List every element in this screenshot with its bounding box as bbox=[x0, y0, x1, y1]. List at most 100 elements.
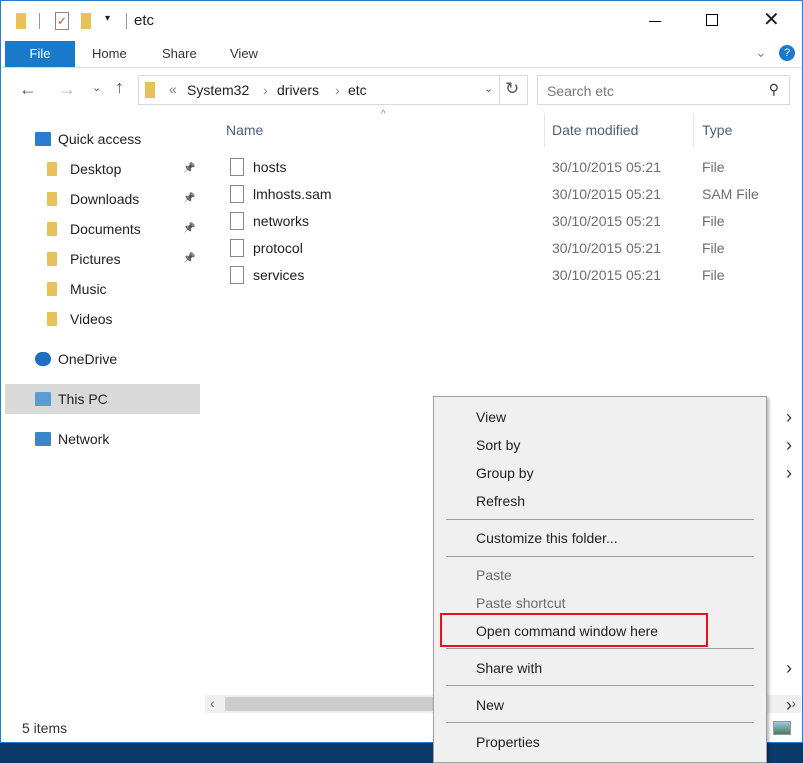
sidebar-item-music[interactable]: Music bbox=[1, 274, 199, 304]
menu-item-sort-by[interactable]: Sort by › bbox=[476, 431, 792, 459]
file-date: 30/10/2015 05:21 bbox=[552, 213, 661, 229]
file-row[interactable]: networks 30/10/2015 05:21 File bbox=[226, 208, 786, 235]
sidebar-item-this-pc[interactable]: This PC bbox=[5, 384, 200, 414]
pin-icon[interactable]: 📌 bbox=[183, 214, 195, 244]
sidebar-item-label: Pictures bbox=[70, 251, 121, 267]
pin-icon[interactable]: 📌 bbox=[183, 244, 195, 274]
folder-icon bbox=[145, 82, 155, 98]
large-icons-view-button[interactable] bbox=[773, 721, 791, 735]
submenu-arrow-icon: › bbox=[786, 658, 792, 678]
customize-quick-access-icon[interactable]: ▾ bbox=[105, 13, 110, 24]
menu-item-view[interactable]: View › bbox=[476, 403, 792, 431]
sidebar-item-label: Network bbox=[58, 431, 110, 447]
submenu-arrow-icon: › bbox=[786, 695, 792, 715]
file-date: 30/10/2015 05:21 bbox=[552, 186, 661, 202]
file-date: 30/10/2015 05:21 bbox=[552, 267, 661, 283]
menu-separator bbox=[446, 556, 754, 557]
search-icon: ⚲ bbox=[768, 81, 779, 97]
dropdown-icon[interactable]: ⌄ bbox=[484, 82, 493, 95]
sidebar-item-quick-access[interactable]: Quick access bbox=[1, 124, 199, 154]
file-name: lmhosts.sam bbox=[253, 186, 332, 202]
folder-icon bbox=[16, 13, 26, 29]
file-type: File bbox=[702, 159, 725, 175]
file-date: 30/10/2015 05:21 bbox=[552, 159, 661, 175]
folder-icon bbox=[47, 252, 57, 266]
column-type[interactable]: Type bbox=[702, 113, 732, 147]
context-menu: View › Sort by › Group by › Refresh Customize t… bbox=[433, 396, 792, 763]
sort-ascending-icon: ^ bbox=[381, 109, 386, 120]
menu-item-customize-this-folder[interactable]: Customize this folder... bbox=[476, 524, 766, 552]
address-bar[interactable]: « System32 › drivers › etc ⌄ ↻ bbox=[138, 75, 528, 105]
window-title: etc bbox=[134, 12, 155, 29]
sidebar-item-documents[interactable]: Documents 📌 bbox=[1, 214, 199, 244]
back-button[interactable]: ← bbox=[19, 79, 37, 100]
menu-item-new[interactable]: New › bbox=[476, 691, 792, 719]
new-folder-quick-icon[interactable] bbox=[81, 13, 91, 29]
breadcrumb-etc[interactable]: etc bbox=[348, 82, 367, 98]
maximize-button[interactable] bbox=[706, 14, 718, 26]
submenu-arrow-icon: › bbox=[786, 435, 792, 455]
sidebar-item-label: Music bbox=[70, 281, 107, 297]
tab-file[interactable]: File bbox=[5, 41, 75, 67]
tab-view[interactable]: View bbox=[214, 41, 274, 67]
search-input[interactable]: Search etc ⚲ bbox=[537, 75, 790, 105]
computer-icon bbox=[35, 392, 51, 406]
pin-icon[interactable]: 📌 bbox=[183, 154, 195, 184]
file-icon bbox=[230, 185, 244, 203]
tab-share[interactable]: Share bbox=[146, 41, 213, 67]
menu-separator bbox=[446, 685, 754, 686]
sidebar-item-label: Documents bbox=[70, 221, 141, 237]
sidebar-item-label: Downloads bbox=[70, 191, 140, 207]
file-icon bbox=[230, 212, 244, 230]
title-bar: ✓ ▾ etc ✕ bbox=[1, 1, 802, 41]
sidebar-item-label: OneDrive bbox=[58, 351, 118, 367]
scroll-thumb[interactable] bbox=[225, 697, 445, 711]
file-name: services bbox=[253, 267, 305, 283]
breadcrumb-drivers[interactable]: drivers bbox=[277, 82, 319, 98]
breadcrumb-overflow[interactable]: « bbox=[169, 81, 177, 97]
menu-item-refresh[interactable]: Refresh bbox=[476, 487, 766, 515]
sidebar-item-videos[interactable]: Videos bbox=[1, 304, 199, 334]
forward-button[interactable]: → bbox=[58, 79, 76, 100]
minimize-button[interactable] bbox=[649, 21, 661, 22]
music-folder-icon bbox=[47, 282, 57, 296]
column-date-modified[interactable]: Date modified bbox=[552, 113, 638, 147]
sidebar-item-pictures[interactable]: Pictures 📌 bbox=[1, 244, 199, 274]
menu-separator bbox=[446, 648, 754, 649]
menu-item-share-with[interactable]: Share with › bbox=[476, 654, 792, 682]
file-row[interactable]: lmhosts.sam 30/10/2015 05:21 SAM File bbox=[226, 181, 786, 208]
file-row[interactable]: protocol 30/10/2015 05:21 File bbox=[226, 235, 786, 262]
menu-separator bbox=[446, 519, 754, 520]
breadcrumb-system32[interactable]: System32 bbox=[187, 82, 249, 98]
scroll-left-icon[interactable]: ‹ bbox=[210, 695, 215, 711]
column-name[interactable]: Name bbox=[226, 113, 263, 147]
file-type: SAM File bbox=[702, 186, 759, 202]
tab-home[interactable]: Home bbox=[76, 41, 143, 67]
file-type: File bbox=[702, 213, 725, 229]
sidebar-item-network[interactable]: Network bbox=[1, 424, 199, 454]
refresh-icon[interactable]: ↻ bbox=[505, 79, 519, 99]
file-date: 30/10/2015 05:21 bbox=[552, 240, 661, 256]
properties-quick-icon[interactable]: ✓ bbox=[55, 12, 69, 30]
submenu-arrow-icon: › bbox=[786, 463, 792, 483]
sidebar-item-label: Quick access bbox=[58, 131, 142, 147]
recent-locations-icon[interactable]: ⌄ bbox=[92, 81, 101, 94]
sidebar-item-onedrive[interactable]: OneDrive bbox=[1, 344, 199, 374]
folder-icon bbox=[47, 162, 57, 176]
menu-item-group-by[interactable]: Group by › bbox=[476, 459, 792, 487]
expand-ribbon-icon[interactable]: ⌄ bbox=[755, 44, 767, 61]
pin-icon[interactable]: 📌 bbox=[183, 184, 195, 214]
file-row[interactable]: hosts 30/10/2015 05:21 File bbox=[226, 154, 786, 181]
submenu-arrow-icon: › bbox=[786, 407, 792, 427]
file-row[interactable]: services 30/10/2015 05:21 File bbox=[226, 262, 786, 289]
sidebar-item-label: Desktop bbox=[70, 161, 122, 177]
menu-item-properties[interactable]: Properties bbox=[476, 728, 766, 756]
scroll-right-icon[interactable]: › bbox=[791, 695, 796, 711]
help-icon[interactable]: ? bbox=[779, 45, 795, 61]
menu-item-paste: Paste bbox=[476, 567, 512, 583]
close-button[interactable]: ✕ bbox=[763, 7, 780, 32]
sidebar-item-label: Videos bbox=[70, 311, 113, 327]
sidebar-item-desktop[interactable]: Desktop 📌 bbox=[1, 154, 199, 184]
up-button[interactable]: ↑ bbox=[115, 77, 124, 98]
sidebar-item-downloads[interactable]: Downloads 📌 bbox=[1, 184, 199, 214]
